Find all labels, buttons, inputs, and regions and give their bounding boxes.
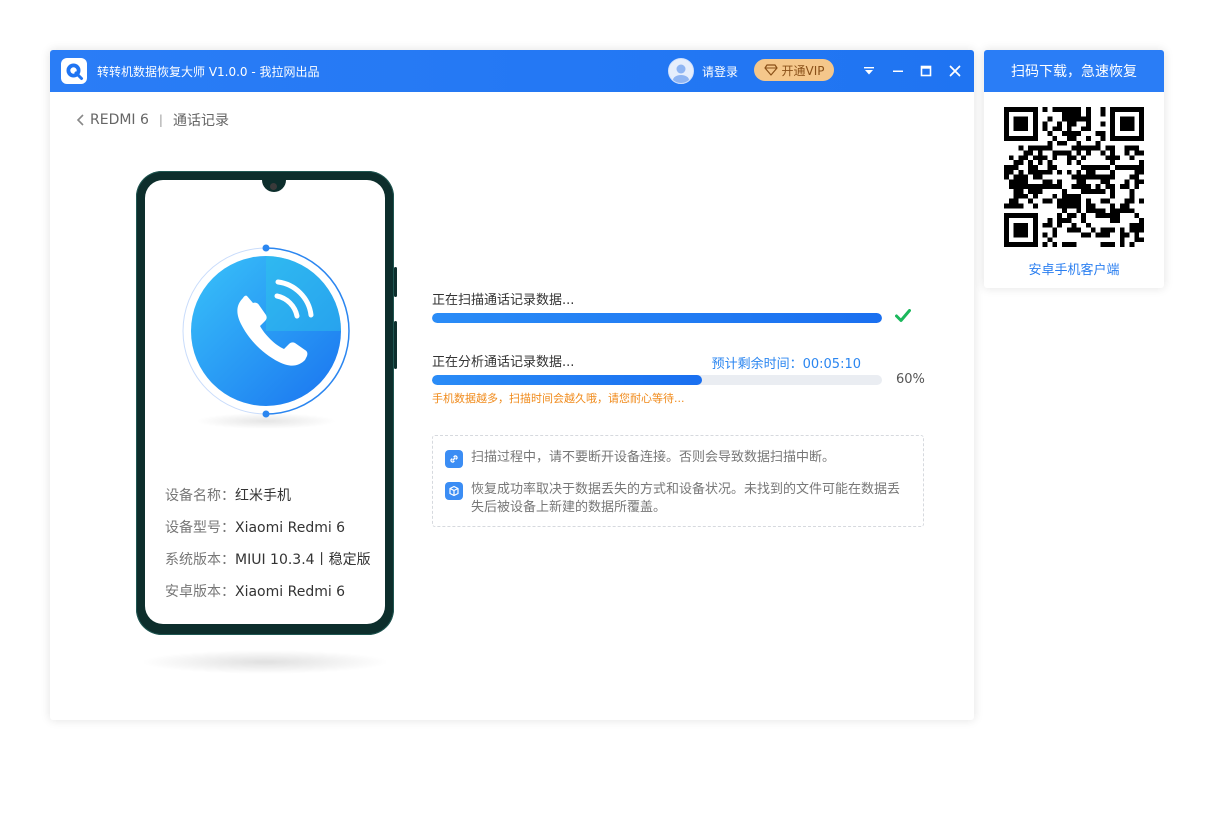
diamond-icon — [763, 64, 778, 76]
phone-side-button — [394, 321, 397, 369]
cube-icon — [445, 482, 463, 500]
close-button[interactable] — [946, 62, 964, 80]
device-model-value: Xiaomi Redmi 6 — [235, 520, 346, 536]
scan-warning: 手机数据越多，扫描时间会越久哦，请您耐心等待... — [432, 392, 685, 405]
phone-side-button — [394, 267, 397, 297]
window-title: 转转机数据恢复大师 V1.0.0 - 我拉网出品 — [97, 64, 320, 79]
system-version-row: 系统版本：MIUI 10.3.4丨稳定版 — [165, 544, 371, 576]
phone-illustration: 设备名称：红米手机 设备型号：Xiaomi Redmi 6 系统版本：MIUI … — [136, 171, 397, 635]
qr-code-icon[interactable] — [1004, 107, 1144, 247]
remaining-time: 预计剩余时间：00:05:10 — [711, 357, 861, 372]
analyze-progress-bar — [432, 375, 882, 385]
link-icon — [445, 450, 463, 468]
breadcrumb: REDMI 6 | 通话记录 — [76, 110, 229, 130]
info-label: 设备型号： — [165, 520, 235, 536]
info-label: 设备名称： — [165, 488, 235, 504]
scan-task-label: 正在扫描通话记录数据... — [432, 293, 575, 308]
scan-progress-fill — [432, 313, 882, 323]
close-icon — [949, 65, 961, 77]
login-label: 请登录 — [702, 64, 739, 79]
scan-progress-bar — [432, 313, 882, 323]
phone-screen: 设备名称：红米手机 设备型号：Xiaomi Redmi 6 系统版本：MIUI … — [145, 180, 385, 624]
system-version-value: MIUI 10.3.4丨稳定版 — [235, 552, 371, 568]
maximize-button[interactable] — [917, 62, 935, 80]
breadcrumb-section: 通话记录 — [172, 113, 229, 129]
maximize-icon — [920, 65, 932, 77]
login-button[interactable]: 请登录 — [668, 58, 738, 84]
vip-label: 开通VIP — [781, 63, 825, 78]
dropdown-menu-button[interactable] — [860, 62, 878, 80]
device-info: 设备名称：红米手机 设备型号：Xiaomi Redmi 6 系统版本：MIUI … — [165, 480, 371, 608]
info-label: 系统版本： — [165, 552, 235, 568]
chevron-left-icon — [76, 114, 84, 126]
app-window: 转转机数据恢复大师 V1.0.0 - 我拉网出品 请登录 开通VIP REDMI… — [50, 50, 974, 720]
note-item: 恢复成功率取决于数据丢失的方式和设备状况。未找到的文件可能在数据丢失后被设备上新… — [445, 481, 907, 517]
vip-button[interactable]: 开通VIP — [754, 59, 834, 81]
menu-dropdown-icon — [864, 67, 874, 75]
device-name-value: 红米手机 — [235, 488, 291, 504]
breadcrumb-device: REDMI 6 — [90, 112, 149, 128]
info-label: 安卓版本： — [165, 584, 235, 600]
qr-download-panel: 扫码下载，急速恢复 安卓手机客户端 — [984, 50, 1164, 288]
note-text: 恢复成功率取决于数据丢失的方式和设备状况。未找到的文件可能在数据丢失后被设备上新… — [471, 482, 901, 515]
app-logo-icon — [61, 58, 87, 84]
avatar-icon — [668, 58, 694, 84]
minimize-button[interactable] — [889, 62, 907, 80]
qr-panel-header: 扫码下载，急速恢复 — [984, 50, 1164, 92]
analyze-task-label: 正在分析通话记录数据... — [432, 355, 575, 370]
analyze-percent: 60% — [896, 372, 925, 387]
device-name-row: 设备名称：红米手机 — [165, 480, 371, 512]
back-button[interactable]: REDMI 6 — [76, 112, 149, 128]
android-version-value: Xiaomi Redmi 6 — [235, 584, 346, 600]
notes-box: 扫描过程中，请不要断开设备连接。否则会导致数据扫描中断。 恢复成功率取决于数据丢… — [432, 435, 924, 527]
check-icon — [895, 309, 911, 322]
phone-shadow — [140, 650, 390, 674]
breadcrumb-separator: | — [158, 113, 163, 127]
call-log-illustration — [182, 244, 350, 429]
analyze-progress-fill — [432, 375, 702, 385]
note-item: 扫描过程中，请不要断开设备连接。否则会导致数据扫描中断。 — [445, 449, 915, 468]
title-bar: 转转机数据恢复大师 V1.0.0 - 我拉网出品 请登录 开通VIP — [50, 50, 974, 92]
device-model-row: 设备型号：Xiaomi Redmi 6 — [165, 512, 371, 544]
android-client-link[interactable]: 安卓手机客户端 — [984, 259, 1164, 278]
android-version-row: 安卓版本：Xiaomi Redmi 6 — [165, 576, 371, 608]
note-text: 扫描过程中，请不要断开设备连接。否则会导致数据扫描中断。 — [471, 450, 836, 465]
minimize-icon — [893, 70, 903, 72]
